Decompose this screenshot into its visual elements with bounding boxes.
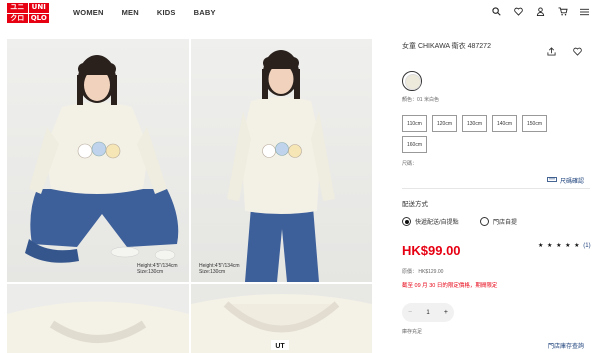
star-icons: ★ ★ ★ ★ ★	[538, 243, 581, 249]
model-caption: Height:4'5"/134cm Size:130cm	[137, 263, 178, 275]
product-photo-detail-2[interactable]: UT	[191, 284, 372, 353]
delivery-option-store-pickup[interactable]: 門店自提	[480, 217, 517, 226]
product-title: 女童 CHIKAWA 衛衣 487272	[402, 43, 491, 50]
color-label: 顏色：01 米白色	[402, 97, 439, 103]
delivery-option-label: 快遞配送/自提點	[415, 220, 459, 226]
minus-icon[interactable]: −	[408, 309, 412, 316]
favorite-icon[interactable]	[573, 43, 582, 61]
product-photo-standing[interactable]: Height:4'5"/134cm Size:130cm	[191, 39, 372, 282]
rating[interactable]: ★ ★ ★ ★ ★ (1)	[538, 242, 591, 249]
size-guide-label: 尺碼確認	[560, 179, 585, 185]
quantity-value[interactable]: 1	[426, 310, 429, 316]
size-label: 尺碼：	[402, 161, 418, 167]
nav-kids[interactable]: KIDS	[157, 8, 176, 17]
size-option-150[interactable]: 150cm	[522, 115, 547, 132]
promo-text: 截至 09 月 30 日的限定價格，期間限定	[402, 283, 498, 289]
product-photo-sitting[interactable]: Height:4'5"/134cm Size:130cm	[7, 39, 189, 282]
nav-baby[interactable]: BABY	[194, 8, 216, 17]
logo-cell: ユニ	[7, 3, 28, 13]
main-nav: WOMEN MEN KIDS BABY	[73, 8, 216, 17]
stock-status: 庫存充足	[402, 329, 423, 335]
search-icon[interactable]	[491, 6, 502, 17]
radio-selected-icon	[402, 217, 411, 226]
site-header: ユニ UNI クロ QLO WOMEN MEN KIDS BABY	[0, 0, 600, 26]
logo-cell: QLO	[28, 13, 49, 23]
quantity-stepper: − 1 +	[402, 303, 454, 322]
svg-text:UT: UT	[275, 343, 285, 350]
user-icon[interactable]	[535, 6, 546, 17]
product-photo-detail-1[interactable]	[7, 284, 189, 353]
divider	[402, 188, 590, 189]
nav-men[interactable]: MEN	[122, 8, 139, 17]
cart-icon[interactable]	[557, 6, 568, 17]
model-caption: Height:4'5"/134cm Size:130cm	[199, 263, 240, 275]
menu-icon[interactable]	[579, 6, 590, 17]
delivery-option-label: 門店自提	[493, 220, 518, 226]
delivery-option-express[interactable]: 快遞配送/自提點	[402, 217, 459, 226]
plus-icon[interactable]: +	[444, 309, 448, 316]
size-selector: 110cm 120cm 130cm 140cm 150cm 160cm	[402, 115, 562, 153]
size-option-130[interactable]: 130cm	[462, 115, 487, 132]
logo-cell: UNI	[28, 3, 49, 13]
model-size: Size:130cm	[137, 269, 164, 275]
size-option-110[interactable]: 110cm	[402, 115, 427, 132]
size-option-120[interactable]: 120cm	[432, 115, 457, 132]
original-price: 原價： HK$129.00	[402, 269, 444, 275]
size-option-140[interactable]: 140cm	[492, 115, 517, 132]
logo-cell: クロ	[7, 13, 28, 23]
delivery-title: 配送方式	[402, 201, 428, 208]
radio-unselected-icon	[480, 217, 489, 226]
model-size: Size:130cm	[199, 269, 226, 275]
store-stock-link[interactable]: 門店庫存查詢	[548, 341, 584, 350]
uniqlo-logo[interactable]: ユニ UNI クロ QLO	[7, 3, 49, 23]
size-option-160[interactable]: 160cm	[402, 136, 427, 153]
sale-price: HK$99.00	[402, 243, 461, 258]
ruler-icon	[547, 177, 557, 184]
color-swatch-offwhite[interactable]	[402, 71, 422, 91]
rating-count: (1)	[583, 243, 591, 249]
size-guide-link[interactable]: 尺碼確認	[547, 176, 584, 185]
header-icons	[491, 6, 590, 17]
share-icon[interactable]	[547, 43, 556, 61]
nav-women[interactable]: WOMEN	[73, 8, 104, 17]
heart-icon[interactable]	[513, 6, 524, 17]
